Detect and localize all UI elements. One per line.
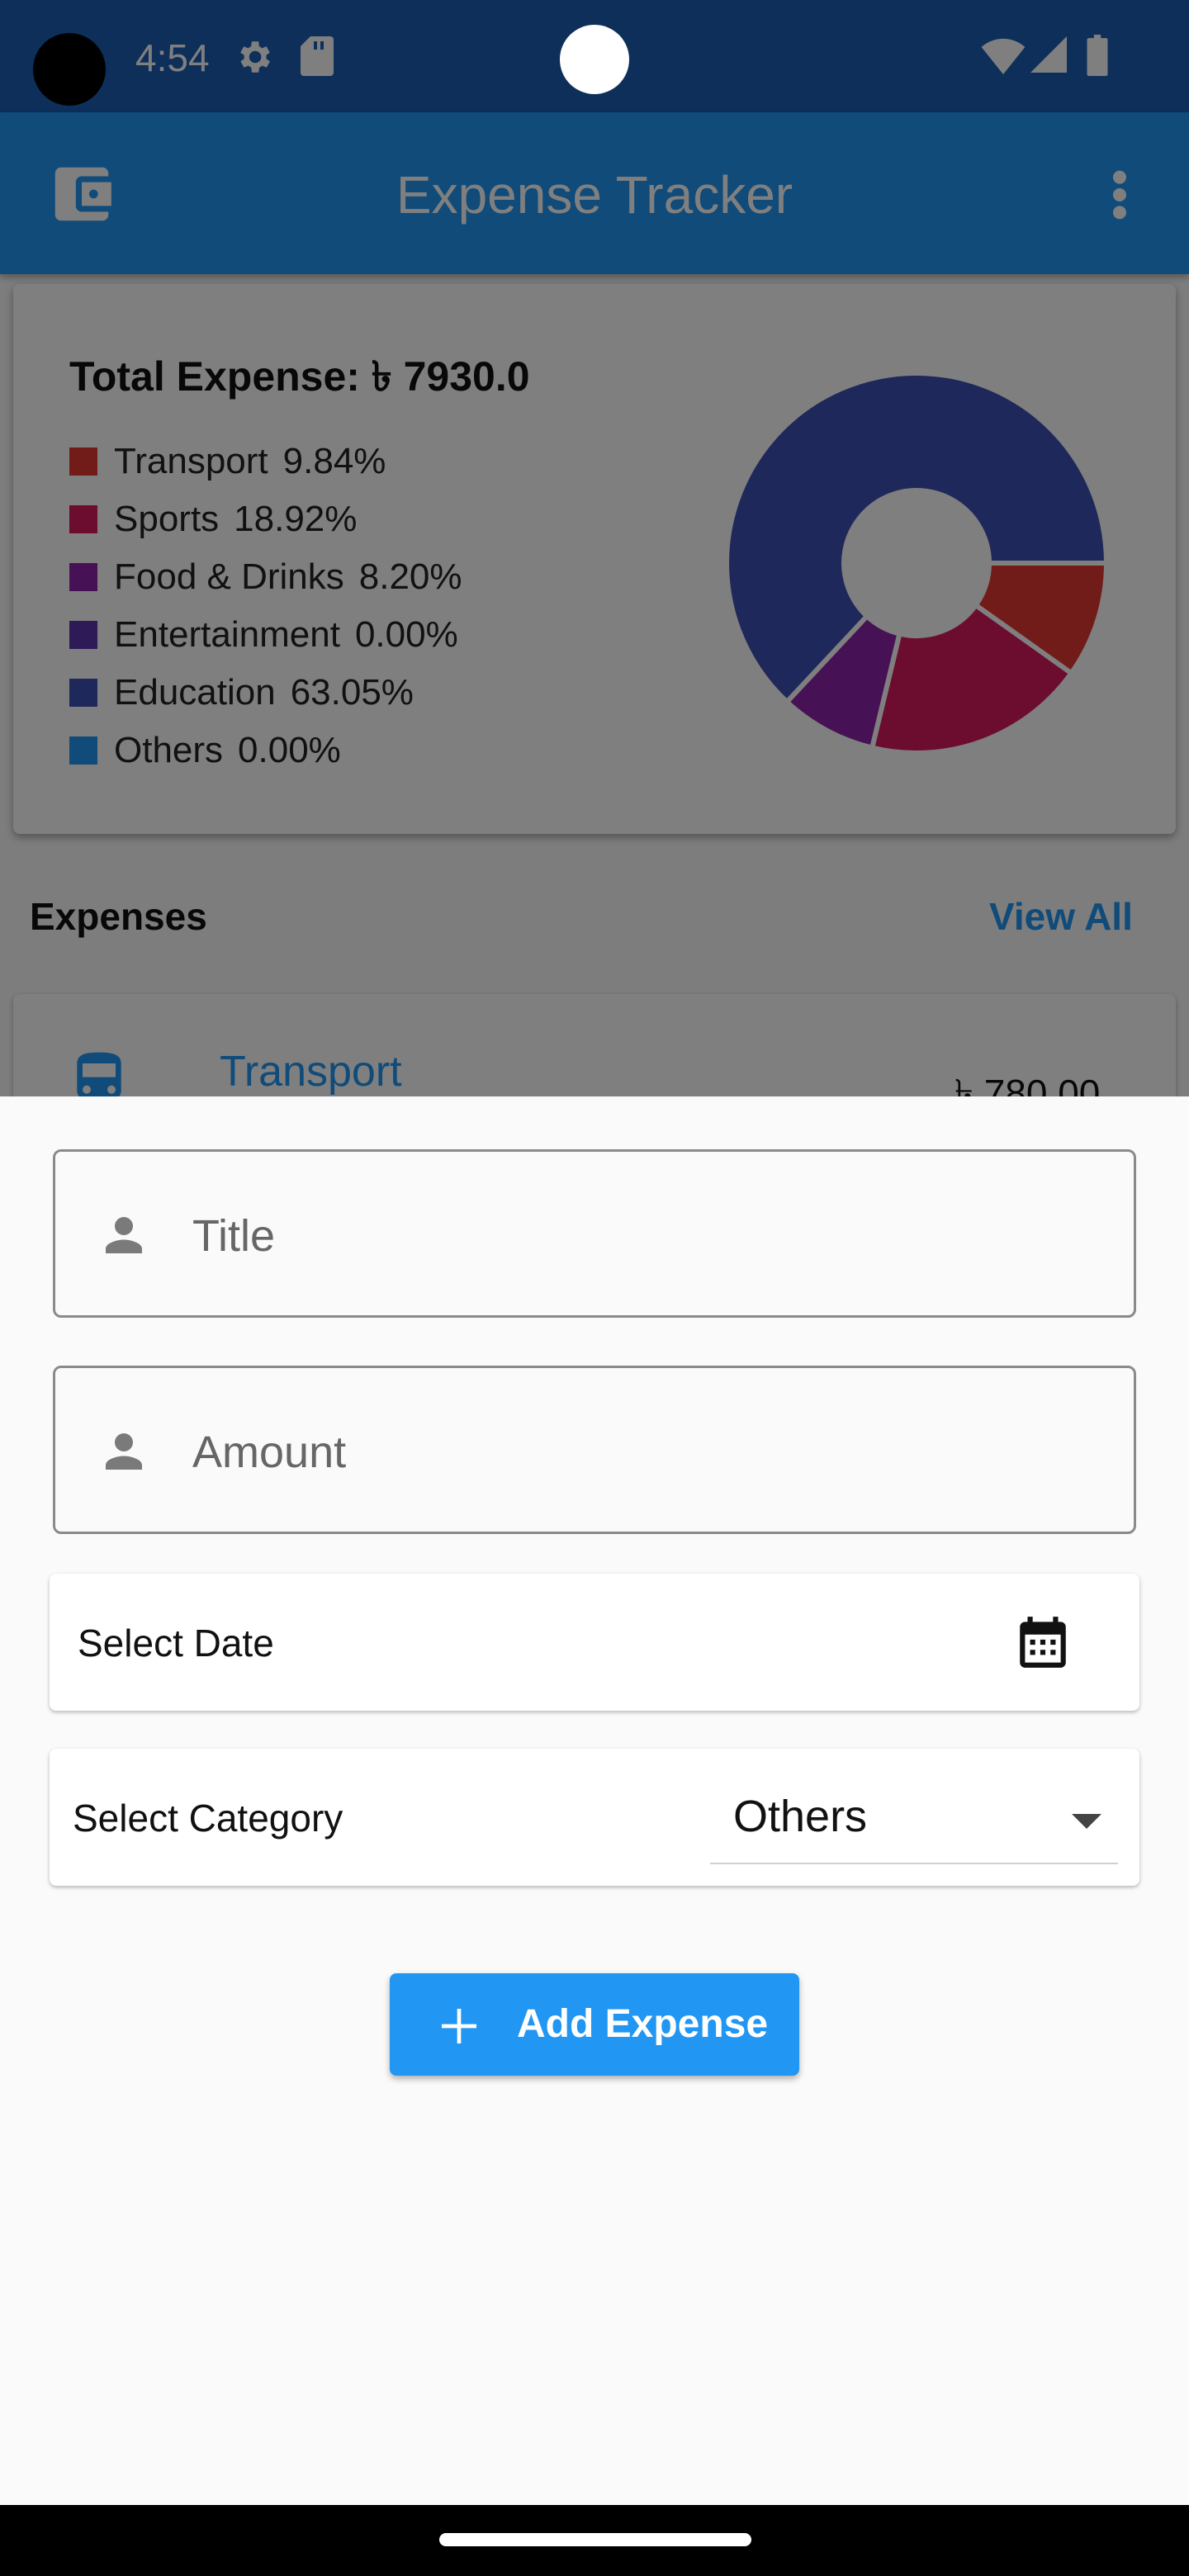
amount-placeholder: Amount [192, 1428, 347, 1477]
system-nav-bar [0, 2505, 1189, 2576]
select-category-row: Select Category Others [50, 1749, 1139, 1886]
select-category-label: Select Category [73, 1797, 343, 1840]
title-placeholder: Title [192, 1211, 276, 1261]
category-dropdown[interactable]: Others [710, 1772, 1118, 1864]
add-expense-button[interactable]: Add Expense [390, 1973, 799, 2076]
category-selected-value: Others [733, 1792, 868, 1841]
add-expense-sheet: Title Amount Select Date Select Category… [0, 1096, 1189, 2505]
front-camera-dot [560, 25, 629, 94]
calendar-icon[interactable] [1012, 1612, 1073, 1677]
add-expense-label: Add Expense [517, 2002, 769, 2046]
select-date-row[interactable]: Select Date [50, 1574, 1139, 1711]
home-gesture-handle[interactable] [439, 2533, 751, 2546]
plus-icon [436, 2003, 482, 2053]
modal-scrim[interactable] [0, 0, 1189, 1096]
person-icon [97, 1424, 151, 1483]
title-field[interactable]: Title [53, 1149, 1136, 1318]
dropdown-arrow-icon [1072, 1813, 1101, 1834]
person-icon [97, 1208, 151, 1267]
select-date-label: Select Date [78, 1622, 274, 1664]
amount-field[interactable]: Amount [53, 1366, 1136, 1534]
